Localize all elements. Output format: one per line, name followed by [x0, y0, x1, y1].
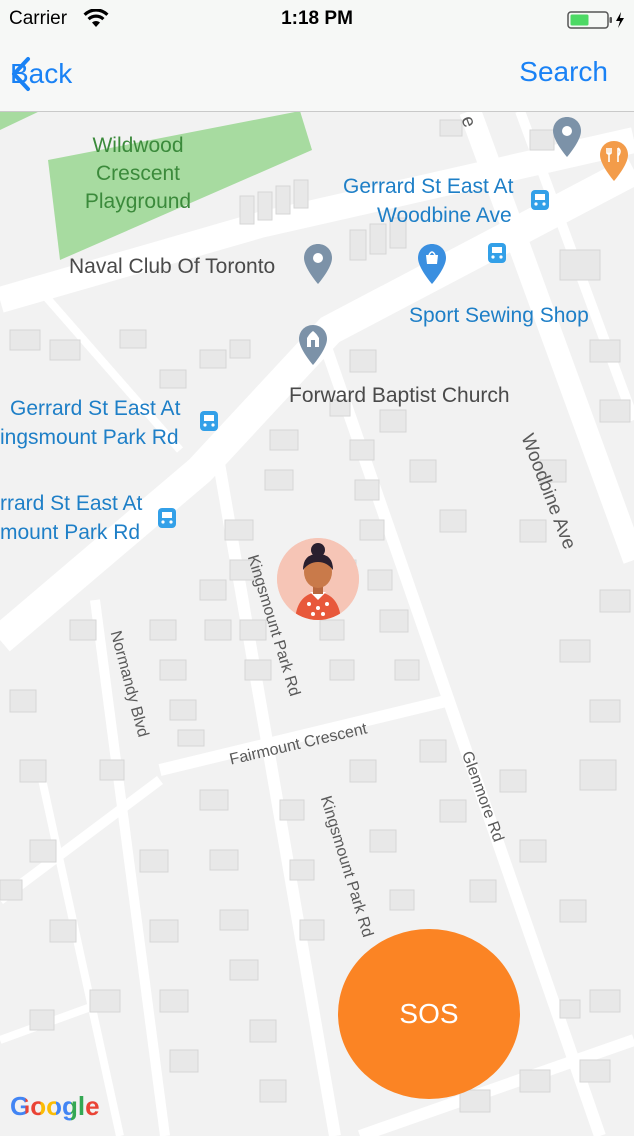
map-pin-icon[interactable] [551, 115, 583, 159]
clock: 1:18 PM [281, 8, 353, 29]
poi-label[interactable]: Sport Sewing Shop [409, 304, 589, 328]
navigation-bar: Back Search [0, 40, 634, 112]
poi-label[interactable]: ingsmount Park Rd [0, 426, 179, 450]
park-label-line: Crescent [95, 162, 181, 185]
user-avatar-marker[interactable] [277, 538, 359, 620]
park-label: Wildwood Crescent Playground [78, 132, 198, 216]
back-button[interactable]: Back [10, 54, 72, 94]
transit-icon[interactable] [530, 189, 550, 211]
transit-icon[interactable] [487, 242, 507, 264]
search-button[interactable]: Search [519, 56, 608, 88]
poi-label[interactable]: Woodbine Ave [377, 204, 512, 228]
avatar-icon [277, 538, 359, 620]
park-label-line: Playground [84, 190, 192, 213]
poi-label[interactable]: Forward Baptist Church [289, 384, 510, 408]
church-pin-icon[interactable] [297, 323, 329, 367]
google-wordmark: Google [10, 1091, 100, 1121]
google-logo: Google [10, 1091, 100, 1122]
status-bar: Carrier 1:18 PM [0, 0, 634, 40]
sos-button[interactable]: SOS [338, 929, 520, 1099]
shopping-pin-icon[interactable] [416, 242, 448, 286]
poi-label[interactable]: Naval Club Of Toronto [69, 255, 275, 279]
map-view[interactable]: Wildwood Crescent Playground Gerrard St … [0, 111, 634, 1136]
poi-label[interactable]: Gerrard St East At [10, 397, 180, 421]
transit-icon[interactable] [199, 410, 219, 432]
back-label: Back [10, 58, 73, 89]
poi-label[interactable]: mount Park Rd [0, 521, 140, 545]
map-pin-icon[interactable] [302, 242, 334, 286]
transit-icon[interactable] [157, 507, 177, 529]
park-label-line: Wildwood [92, 134, 184, 157]
poi-label[interactable]: Gerrard St East At [343, 175, 513, 199]
battery-icon [567, 11, 624, 29]
restaurant-pin-icon[interactable] [598, 139, 630, 183]
poi-label[interactable]: rrard St East At [0, 492, 142, 516]
